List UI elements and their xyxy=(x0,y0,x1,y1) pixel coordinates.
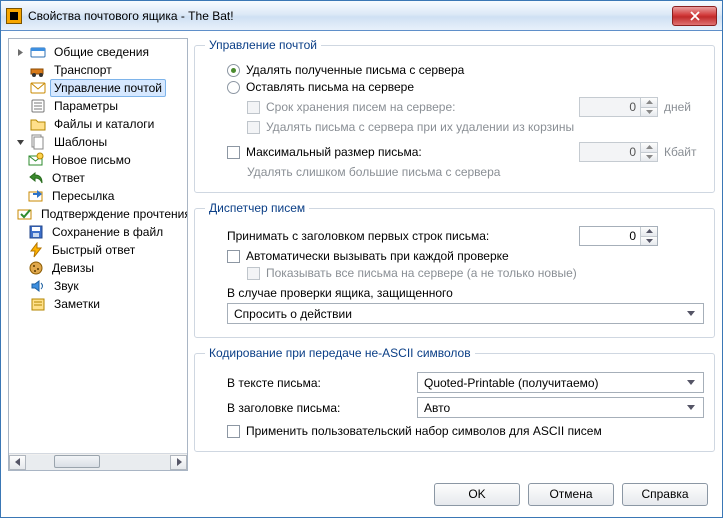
spin-max-size-input xyxy=(580,143,640,161)
select-body-encoding-value: Quoted-Printable (получитаемо) xyxy=(424,376,599,390)
confirm-icon xyxy=(17,206,33,222)
folder-icon xyxy=(30,116,46,132)
select-header-encoding[interactable]: Авто xyxy=(417,397,704,418)
mail-icon xyxy=(30,80,46,96)
check-apply-ascii-charset[interactable] xyxy=(227,425,240,438)
check-auto-invoke[interactable] xyxy=(227,250,240,263)
group-mail-management-legend: Управление почтой xyxy=(205,38,321,52)
spin-header-lines[interactable] xyxy=(579,226,658,246)
tree-h-scrollbar[interactable] xyxy=(9,453,187,470)
select-protected-action[interactable]: Спросить о действии xyxy=(227,303,704,324)
chevron-down-icon xyxy=(683,380,699,385)
tree-item-notes[interactable]: Заметки xyxy=(11,295,185,313)
tree-item-tpl-save[interactable]: Сохранение в файл xyxy=(11,223,185,241)
cancel-button[interactable]: Отмена xyxy=(528,483,614,506)
check-show-all xyxy=(247,267,260,280)
tree-item-sound[interactable]: Звук xyxy=(11,277,185,295)
app-icon xyxy=(6,8,22,24)
spin-keep-days-input xyxy=(580,98,640,116)
help-button[interactable]: Справка xyxy=(622,483,708,506)
params-icon xyxy=(30,98,46,114)
chevron-down-icon xyxy=(683,311,699,316)
close-button[interactable] xyxy=(672,6,717,26)
spin-down-button[interactable] xyxy=(641,237,657,246)
header-encoding-label: В заголовке письма: xyxy=(227,401,407,415)
group-mail-management: Управление почтой Удалять полученные пис… xyxy=(194,38,715,193)
spin-max-size xyxy=(579,142,658,162)
transport-icon xyxy=(30,62,46,78)
radio-leave-on-server[interactable] xyxy=(227,81,240,94)
check-show-all-label: Показывать все письма на сервере (а не т… xyxy=(266,266,577,280)
radio-delete-label: Удалять полученные письма с сервера xyxy=(246,63,464,77)
spin-up-button[interactable] xyxy=(641,227,657,237)
group-dispatcher: Диспетчер писем Принимать с заголовком п… xyxy=(194,201,715,338)
header-lines-label: Принимать с заголовком первых строк пись… xyxy=(227,229,489,243)
quick-reply-icon xyxy=(28,242,44,258)
tree-item-tpl-quick[interactable]: Быстрый ответ xyxy=(11,241,185,259)
notes-icon xyxy=(30,296,46,312)
tree-item-general[interactable]: Общие сведения xyxy=(11,43,185,61)
tree-item-templates[interactable]: Шаблоны xyxy=(11,133,185,151)
tree-item-files[interactable]: Файлы и каталоги xyxy=(11,115,185,133)
tree-pane: Общие сведения Транспорт Управление почт… xyxy=(8,38,188,471)
radio-delete-from-server[interactable] xyxy=(227,64,240,77)
check-apply-ascii-label: Применить пользовательский набор символо… xyxy=(246,424,602,438)
ok-button[interactable]: OK xyxy=(434,483,520,506)
select-body-encoding[interactable]: Quoted-Printable (получитаемо) xyxy=(417,372,704,393)
scroll-track[interactable] xyxy=(26,455,170,470)
close-icon xyxy=(690,11,700,21)
info-icon xyxy=(30,44,46,60)
spin-header-lines-input[interactable] xyxy=(580,227,640,245)
keep-days-unit: дней xyxy=(664,100,704,114)
tree-item-params[interactable]: Параметры xyxy=(11,97,185,115)
delete-large-label: Удалять слишком большие письма с сервера xyxy=(247,165,500,179)
tree-item-tpl-cookies[interactable]: Девизы xyxy=(11,259,185,277)
check-delete-on-trash-label: Удалять письма с сервера при их удалении… xyxy=(266,120,574,134)
content-pane: Управление почтой Удалять полученные пис… xyxy=(194,38,715,471)
tree-item-tpl-confirm[interactable]: Подтверждение прочтения xyxy=(11,205,185,223)
check-auto-invoke-label: Автоматически вызывать при каждой провер… xyxy=(246,249,509,263)
check-max-size-label: Максимальный размер письма: xyxy=(246,145,422,159)
check-max-size[interactable] xyxy=(227,146,240,159)
body-encoding-label: В тексте письма: xyxy=(227,376,407,390)
sound-icon xyxy=(30,278,46,294)
tree-item-mail-management[interactable]: Управление почтой xyxy=(11,79,185,97)
tree-item-tpl-new[interactable]: Новое письмо xyxy=(11,151,185,169)
new-mail-icon xyxy=(28,152,44,168)
save-icon xyxy=(28,224,44,240)
tree-item-transport[interactable]: Транспорт xyxy=(11,61,185,79)
scroll-thumb[interactable] xyxy=(54,455,100,468)
group-encoding: Кодирование при передаче не-ASCII символ… xyxy=(194,346,715,452)
tree-item-tpl-forward[interactable]: Пересылка xyxy=(11,187,185,205)
select-protected-value: Спросить о действии xyxy=(234,307,352,321)
check-delete-on-trash xyxy=(247,121,260,134)
cookies-icon xyxy=(28,260,44,276)
tree-item-tpl-reply[interactable]: Ответ xyxy=(11,169,185,187)
radio-leave-label: Оставлять письма на сервере xyxy=(246,80,414,94)
protected-label: В случае проверки ящика, защищенного xyxy=(227,286,453,300)
scroll-right-button[interactable] xyxy=(170,455,187,470)
group-dispatcher-legend: Диспетчер писем xyxy=(205,201,309,215)
scroll-left-button[interactable] xyxy=(9,455,26,470)
footer: OK Отмена Справка xyxy=(1,471,722,517)
tree[interactable]: Общие сведения Транспорт Управление почт… xyxy=(9,39,187,453)
titlebar[interactable]: Свойства почтового ящика - The Bat! xyxy=(1,1,722,31)
select-header-encoding-value: Авто xyxy=(424,401,450,415)
reply-icon xyxy=(28,170,44,186)
check-keep-days xyxy=(247,101,260,114)
check-keep-days-label: Срок хранения писем на сервере: xyxy=(266,100,455,114)
spin-keep-days xyxy=(579,97,658,117)
group-encoding-legend: Кодирование при передаче не-ASCII символ… xyxy=(205,346,475,360)
chevron-down-icon xyxy=(683,405,699,410)
templates-icon xyxy=(30,134,46,150)
window-title: Свойства почтового ящика - The Bat! xyxy=(28,9,672,23)
max-size-unit: Кбайт xyxy=(664,145,704,159)
forward-icon xyxy=(28,188,44,204)
window: Свойства почтового ящика - The Bat! Общи… xyxy=(0,0,723,518)
